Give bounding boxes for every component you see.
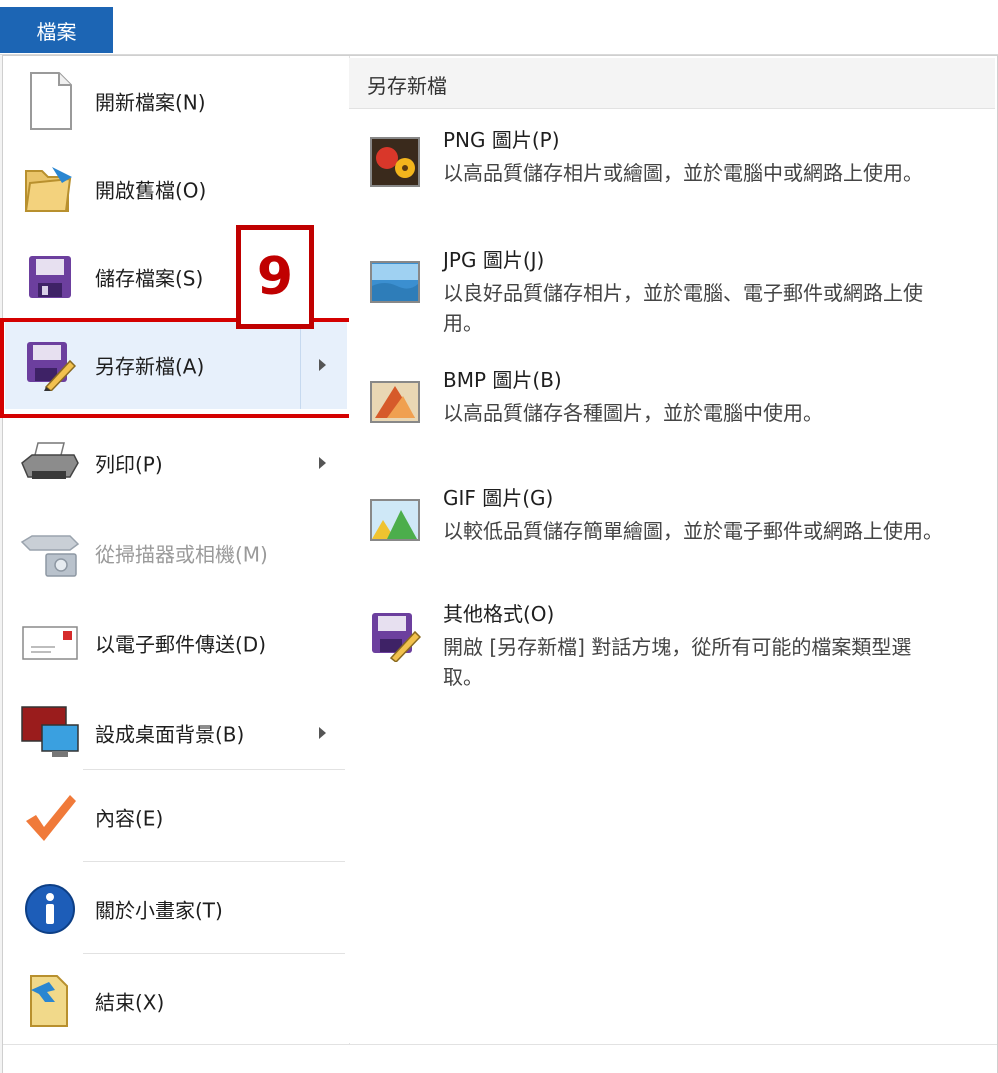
menu-item-label: 關於小畫家(T) — [95, 898, 223, 923]
menu-separator — [83, 769, 345, 770]
menu-item-about[interactable]: 關於小畫家(T) — [5, 865, 347, 953]
submenu-item-jpg[interactable]: JPG 圖片(J) 以良好品質儲存相片，並於電腦、電子郵件或網路上使用。 — [349, 244, 995, 336]
menu-item-desktop-background[interactable]: 設成桌面背景(B) — [5, 689, 347, 777]
printer-icon — [19, 432, 81, 494]
checkmark-icon — [19, 786, 81, 848]
submenu-item-bmp[interactable]: BMP 圖片(B) 以高品質儲存各種圖片，並於電腦中使用。 — [349, 364, 995, 434]
open-folder-icon — [19, 158, 81, 220]
info-icon — [19, 878, 81, 940]
menu-item-label: 內容(E) — [95, 806, 164, 831]
menu-item-email[interactable]: 以電子郵件傳送(D) — [5, 599, 347, 687]
new-file-icon — [19, 70, 81, 132]
submenu-item-description: 以良好品質儲存相片，並於電腦、電子郵件或網路上使用。 — [443, 281, 923, 335]
save-as-submenu: 另存新檔 PNG 圖片(P) 以高品質儲存相片或繪圖，並於電腦中或網路上使用。 … — [349, 58, 995, 1043]
gif-image-icon — [367, 492, 423, 548]
menu-item-open[interactable]: 開啟舊檔(O) — [5, 145, 347, 233]
submenu-item-title: 其他格式(O) — [443, 602, 555, 626]
menu-item-label: 列印(P) — [95, 452, 163, 477]
menu-item-new[interactable]: 開新檔案(N) — [5, 57, 347, 145]
submenu-arrow-icon[interactable] — [319, 457, 326, 469]
other-formats-icon — [367, 608, 423, 664]
menu-item-label: 以電子郵件傳送(D) — [95, 632, 267, 657]
bmp-image-icon — [367, 374, 423, 430]
submenu-item-description: 開啟 [另存新檔] 對話方塊，從所有可能的檔案類型選取。 — [443, 635, 912, 689]
menu-item-label: 從掃描器或相機(M) — [95, 542, 268, 567]
step-badge: 9 — [236, 225, 314, 329]
menu-item-properties[interactable]: 內容(E) — [5, 773, 347, 861]
submenu-item-other-formats[interactable]: 其他格式(O) 開啟 [另存新檔] 對話方塊，從所有可能的檔案類型選取。 — [349, 598, 995, 690]
submenu-item-title: JPG 圖片(J) — [443, 248, 545, 272]
menu-item-scanner-camera: 從掃描器或相機(M) — [5, 509, 347, 597]
scanner-camera-icon — [19, 522, 81, 584]
submenu-arrow-icon[interactable] — [319, 727, 326, 739]
menu-item-label: 儲存檔案(S) — [95, 266, 204, 291]
submenu-item-title: PNG 圖片(P) — [443, 128, 560, 152]
menu-bottom-border — [3, 1044, 997, 1045]
menu-separator — [83, 953, 345, 954]
highlight-box — [0, 318, 356, 418]
submenu-item-description: 以高品質儲存相片或繪圖，並於電腦中或網路上使用。 — [443, 161, 923, 185]
menu-separator — [83, 861, 345, 862]
submenu-item-gif[interactable]: GIF 圖片(G) 以較低品質儲存簡單繪圖，並於電子郵件或網路上使用。 — [349, 482, 995, 574]
ribbon-bar: 檔案 — [0, 0, 998, 55]
desktop-background-icon — [19, 702, 81, 764]
file-menu-left-column: 開新檔案(N) 開啟舊檔(O) 儲存檔案(S) 另存新檔(A) 列印(P) 從掃… — [3, 56, 349, 1046]
menu-item-label: 設成桌面背景(B) — [95, 722, 245, 747]
menu-item-label: 開新檔案(N) — [95, 90, 206, 115]
submenu-item-title: GIF 圖片(G) — [443, 486, 554, 510]
menu-item-exit[interactable]: 結束(X) — [5, 957, 347, 1045]
menu-item-label: 開啟舊檔(O) — [95, 178, 207, 203]
submenu-item-description: 以較低品質儲存簡單繪圖，並於電子郵件或網路上使用。 — [443, 519, 943, 543]
menu-item-label: 結束(X) — [95, 990, 165, 1015]
submenu-title: 另存新檔 — [367, 74, 447, 98]
png-image-icon — [367, 134, 423, 190]
submenu-item-title: BMP 圖片(B) — [443, 368, 562, 392]
jpg-image-icon — [367, 254, 423, 310]
menu-item-print[interactable]: 列印(P) — [5, 419, 347, 507]
email-icon — [19, 612, 81, 674]
file-tab[interactable]: 檔案 — [0, 7, 113, 53]
exit-icon — [19, 970, 81, 1032]
submenu-item-png[interactable]: PNG 圖片(P) 以高品質儲存相片或繪圖，並於電腦中或網路上使用。 — [349, 124, 995, 216]
save-disk-icon — [19, 246, 81, 308]
submenu-header: 另存新檔 — [349, 58, 995, 109]
submenu-item-description: 以高品質儲存各種圖片，並於電腦中使用。 — [443, 401, 823, 425]
